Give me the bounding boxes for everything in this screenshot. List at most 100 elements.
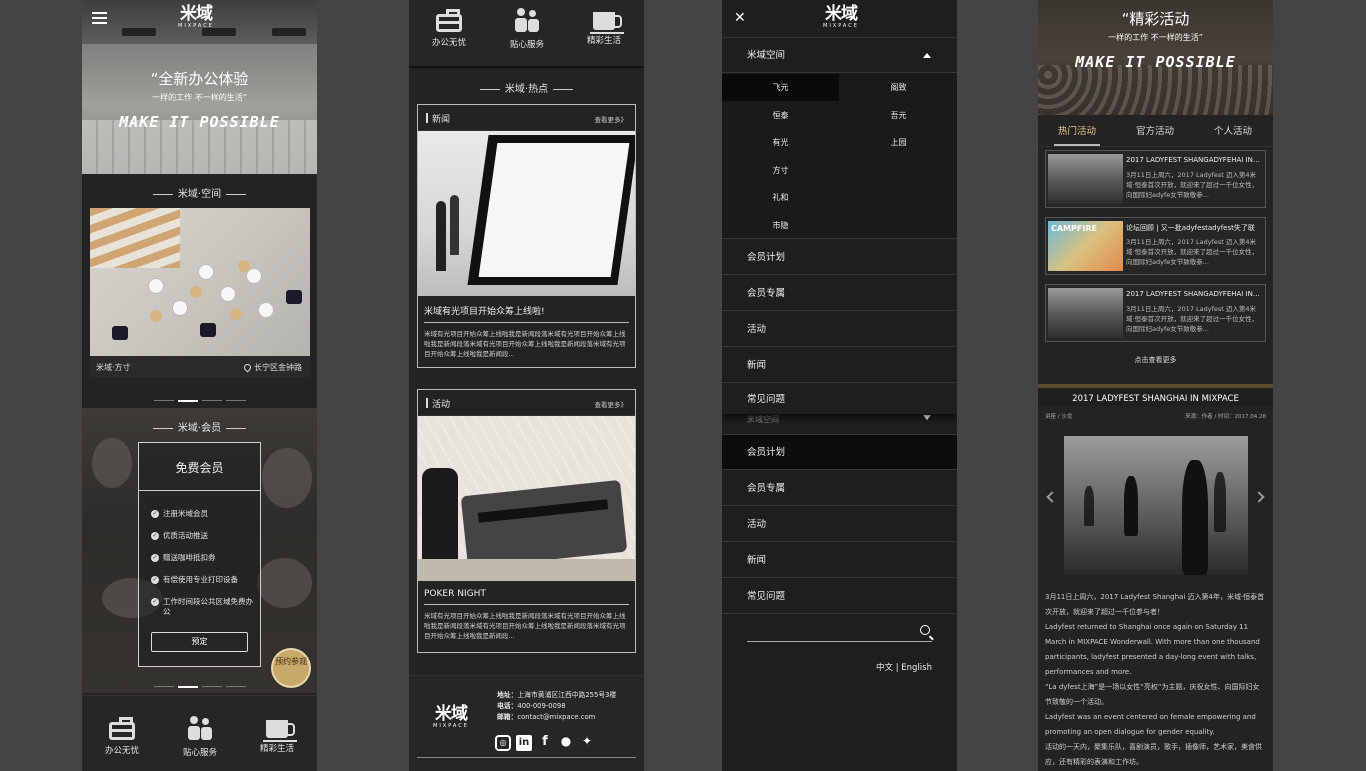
menu-membership-plan-2[interactable]: 会员计划	[722, 435, 957, 470]
article-body: 3月11日上周六，2017 Ladyfest Shanghai 迈入第4年，米域…	[1045, 593, 1265, 766]
people-icon	[186, 716, 214, 742]
menu-icon[interactable]	[92, 12, 107, 24]
article-meta: 讲座 / 沙龙 来源：作者 / 时间：2017.04.28	[1045, 412, 1266, 420]
contact-info: 地址：上海市黄浦区江西中路255号3楼 电话：400-009-0098 邮箱：c…	[497, 691, 617, 721]
search-input[interactable]	[747, 622, 932, 642]
activity-thumbnail	[1048, 154, 1123, 204]
nav-life[interactable]: 精彩生活	[247, 716, 307, 754]
activity-header: 活动 查看更多》	[418, 390, 635, 416]
space-item[interactable]: 方寸	[722, 157, 839, 184]
news-title[interactable]: 米域有光项目开始众筹上线啦!	[418, 296, 635, 317]
activity-more-link[interactable]: 查看更多》	[595, 399, 628, 409]
space-item[interactable]: 飞元	[722, 74, 839, 101]
nav-service[interactable]: 贴心服务	[170, 716, 230, 758]
nav-service[interactable]: 贴心服务	[497, 8, 557, 50]
menu-membership-plan[interactable]: 会员计划	[722, 240, 957, 275]
space-item[interactable]: 阁致	[840, 74, 957, 101]
lamp-decoration	[202, 28, 236, 36]
activity-thumbnail	[1048, 288, 1123, 338]
footer-logo[interactable]: 米域 MIXPACE	[433, 706, 469, 730]
article-title: 2017 LADYFEST SHANGHAI IN MIXPACE	[1038, 384, 1273, 406]
member-card-title: 免费会员	[139, 443, 260, 491]
events-hero-slogan: MAKE IT POSSIBLE	[1075, 53, 1236, 71]
load-more-link[interactable]: 点击查看更多	[1038, 355, 1273, 365]
chevron-down-icon	[923, 415, 931, 420]
tab-personal[interactable]: 个人活动	[1214, 123, 1252, 137]
space-item[interactable]: 有光	[722, 129, 839, 156]
events-tabs: 热门活动 官方活动 个人活动	[1038, 115, 1273, 147]
benefit-item: ✓ 有偿使用专业打印设备	[151, 575, 238, 584]
space-item[interactable]: 上园	[840, 129, 957, 156]
search-icon[interactable]	[920, 625, 930, 635]
reserve-button[interactable]: 预定	[151, 632, 248, 652]
coffee-icon	[590, 12, 624, 34]
article-source: 来源：作者 / 时间：2017.04.28	[1185, 414, 1266, 420]
logo[interactable]: 米域 MIXPACE	[823, 6, 859, 30]
activity-card[interactable]: 活动 查看更多》 POKER NIGHT 米域有光项目开始众筹上线啦我是新闻段落米…	[417, 389, 636, 653]
lang-en[interactable]: English	[901, 663, 932, 673]
activity-item[interactable]: 2017 LADYFEST SHANGADYFEHAI IN MIXPACE 3…	[1045, 284, 1266, 342]
carousel-indicator[interactable]	[82, 676, 317, 695]
menu-top-bar: ✕ 米域 MIXPACE	[722, 0, 957, 38]
activity-thumbnail: CAMPFIRE	[1048, 221, 1123, 271]
instagram-icon[interactable]: ◎	[495, 735, 511, 751]
check-icon: ✓	[151, 576, 159, 584]
benefit-item: ✓ 注册米域会员	[151, 509, 208, 518]
nav-life[interactable]: 精彩生活	[574, 8, 634, 46]
activity-item[interactable]: CAMPFIRE 论坛回顾 | 又一批adyfestadyfest失了联 3月1…	[1045, 217, 1266, 275]
menu-faq[interactable]: 常见问题	[722, 383, 957, 414]
tab-official[interactable]: 官方活动	[1136, 123, 1174, 137]
lang-zh[interactable]: 中文	[876, 663, 893, 673]
wechat-icon[interactable]: ●	[558, 733, 574, 749]
menu-news[interactable]: 新闻	[722, 348, 957, 383]
menu-screen: ✕ 米域 MIXPACE 米域空间 飞元 阁致 恒泰 吾元 有光 上园 方寸 礼…	[722, 0, 957, 771]
language-switch: 中文 | English	[876, 663, 932, 673]
check-icon: ✓	[151, 532, 159, 540]
activity-title[interactable]: POKER NIGHT	[418, 581, 635, 599]
activity-item-desc: 3月11日上周六，2017 Ladyfest 迈入第4米域·恒泰首次开放，就迎来…	[1126, 171, 1259, 199]
article-photo	[1064, 436, 1248, 575]
menu-activities[interactable]: 活动	[722, 312, 957, 347]
linkedin-icon[interactable]: in	[516, 735, 532, 751]
coffee-icon	[263, 720, 297, 742]
menu-member-exclusive[interactable]: 会员专属	[722, 276, 957, 311]
lamp-decoration	[272, 28, 306, 36]
carousel-indicator[interactable]	[82, 390, 317, 409]
news-header: 新闻 查看更多》	[418, 105, 635, 131]
hero-subtitle: 一样的工作 不一样的生活”	[152, 93, 247, 102]
logo[interactable]: 米域 MIXPACE	[178, 6, 214, 30]
hot-section-title: 米域·热点	[409, 80, 644, 95]
close-icon[interactable]: ✕	[734, 11, 746, 25]
chevron-left-icon[interactable]	[1046, 491, 1058, 503]
member-section-title: 米域·会员	[82, 419, 317, 434]
space-item[interactable]: 市隐	[722, 212, 839, 239]
space-card[interactable]: 米域·方寸 长宁区金钟路	[90, 208, 310, 378]
menu-faq-2[interactable]: 常见问题	[722, 579, 957, 614]
chevron-right-icon[interactable]	[1253, 491, 1265, 503]
news-more-link[interactable]: 查看更多》	[595, 114, 628, 124]
menu-member-exclusive-2[interactable]: 会员专属	[722, 471, 957, 506]
space-item[interactable]: 恒泰	[722, 102, 839, 129]
nav-office[interactable]: 办公无忧	[419, 8, 479, 48]
article-category: 讲座 / 沙龙	[1045, 414, 1073, 420]
facebook-icon[interactable]: f	[537, 734, 553, 750]
twitter-icon[interactable]: ✦	[579, 733, 595, 749]
menu-activities-2[interactable]: 活动	[722, 507, 957, 542]
benefit-item: ✓ 优质活动推送	[151, 531, 208, 540]
free-member-card: 免费会员 ✓ 注册米域会员 ✓ 优质活动推送 ✓ 赠送咖啡抵扣券 ✓ 有偿使用专业打印设…	[138, 442, 261, 667]
email: contact@mixpace.com	[517, 713, 596, 721]
activity-item-desc: 3月11日上周六，2017 Ladyfest 迈入第4米域·恒泰首次开放，就迎来…	[1126, 238, 1259, 266]
menu-space[interactable]: 米域空间	[722, 38, 957, 73]
activity-item[interactable]: 2017 LADYFEST SHANGADYFEHAI IN MIXPACE 3…	[1045, 150, 1266, 208]
benefit-list: ✓ 注册米域会员 ✓ 优质活动推送 ✓ 赠送咖啡抵扣券 ✓ 有偿使用专业打印设备 ✓ 工作…	[139, 509, 260, 617]
activity-item-title: 论坛回顾 | 又一批adyfestadyfest失了联	[1126, 224, 1255, 232]
tab-hot[interactable]: 热门活动	[1053, 123, 1101, 146]
news-card[interactable]: 新闻 查看更多》 米域有光项目开始众筹上线啦! 米域有光项目开始众筹上线啦我是新闻…	[417, 104, 636, 368]
phone: 400-009-0098	[517, 702, 566, 710]
space-item[interactable]: 吾元	[840, 102, 957, 129]
nav-office[interactable]: 办公无忧	[92, 716, 152, 756]
space-item[interactable]: 礼和	[722, 184, 839, 211]
benefit-item: ✓ 工作时间段公共区域免费办公	[151, 597, 253, 616]
menu-news-2[interactable]: 新闻	[722, 543, 957, 578]
space-name: 米域·方寸	[96, 363, 131, 372]
